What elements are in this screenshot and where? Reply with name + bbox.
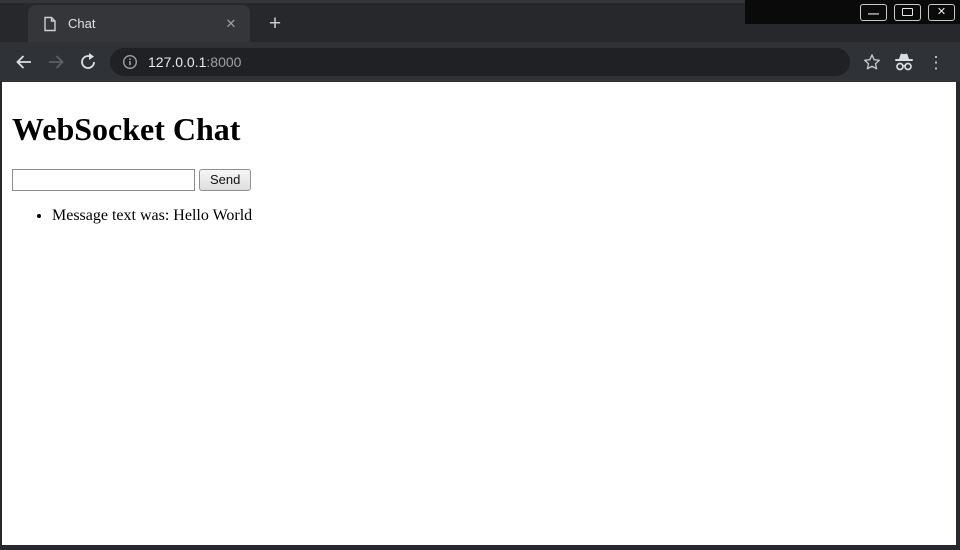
plus-icon: + — [269, 12, 281, 36]
url-text: 127.0.0.1:8000 — [148, 54, 241, 70]
page-title: WebSocket Chat — [12, 111, 948, 148]
incognito-indicator[interactable] — [890, 48, 918, 76]
back-button[interactable] — [10, 48, 38, 76]
url-host: 127.0.0.1 — [148, 54, 206, 70]
window-titlebar: — ✕ — [745, 0, 960, 24]
message-list: Message text was: Hello World — [12, 207, 948, 226]
star-icon — [862, 52, 882, 72]
back-arrow-icon — [14, 52, 34, 72]
tab-close-icon[interactable]: ✕ — [222, 15, 240, 33]
new-tab-button[interactable]: + — [262, 11, 288, 37]
info-icon — [122, 54, 138, 70]
close-icon: ✕ — [937, 7, 946, 18]
tab-chat[interactable]: Chat ✕ — [28, 5, 250, 42]
page-favicon-icon — [43, 16, 57, 32]
reload-button[interactable] — [74, 48, 102, 76]
tab-title: Chat — [68, 16, 222, 31]
page-content: WebSocket Chat Send Message text was: He… — [2, 82, 956, 545]
minimize-button[interactable]: — — [860, 4, 887, 21]
message-item: Message text was: Hello World — [52, 207, 948, 226]
maximize-icon — [902, 8, 913, 16]
toolbar-right-icons: ⋮ — [856, 48, 952, 76]
send-button[interactable]: Send — [199, 169, 251, 191]
kebab-menu-icon: ⋮ — [928, 54, 945, 71]
close-window-button[interactable]: ✕ — [928, 4, 955, 21]
chat-form: Send — [12, 169, 948, 191]
maximize-button[interactable] — [894, 4, 921, 21]
url-port: :8000 — [206, 54, 241, 70]
forward-button[interactable] — [42, 48, 70, 76]
forward-arrow-icon — [46, 52, 66, 72]
browser-toolbar: 127.0.0.1:8000 ⋮ — [0, 42, 960, 82]
browser-window: — ✕ Chat ✕ + — [0, 0, 960, 550]
message-input[interactable] — [12, 169, 195, 191]
minimize-icon: — — [868, 9, 879, 20]
reload-icon — [78, 52, 98, 72]
bookmark-button[interactable] — [858, 48, 886, 76]
browser-menu-button[interactable]: ⋮ — [922, 48, 950, 76]
address-bar[interactable]: 127.0.0.1:8000 — [110, 48, 850, 76]
incognito-icon — [892, 51, 916, 73]
